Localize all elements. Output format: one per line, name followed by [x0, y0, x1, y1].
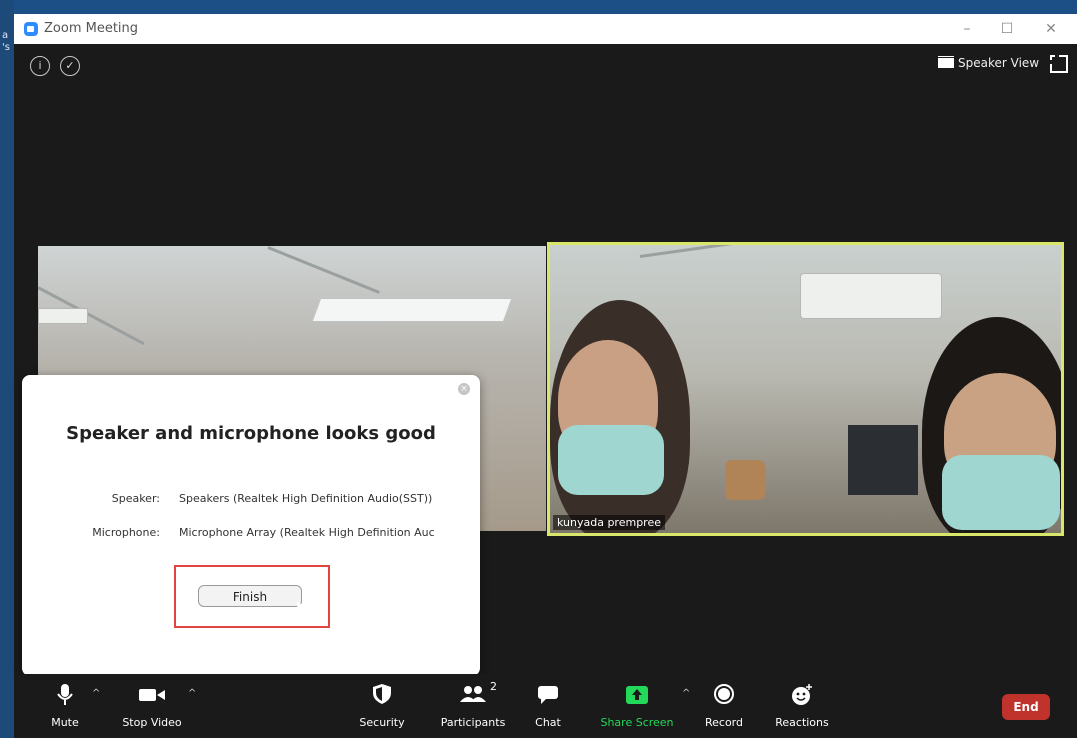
shield-check-icon[interactable]: ✓ — [60, 56, 80, 76]
ceiling-light — [311, 298, 513, 322]
mute-options-chevron-icon[interactable]: ^ — [92, 688, 100, 699]
participants-icon — [460, 686, 486, 702]
fullscreen-icon[interactable] — [1050, 55, 1068, 73]
minimize-button[interactable]: – — [952, 18, 982, 40]
title-bar: Zoom Meeting – ☐ ✕ — [14, 14, 1077, 44]
reactions-label: Reactions — [775, 716, 829, 729]
desktop-edge-text: 's — [2, 42, 10, 53]
close-button[interactable]: ✕ — [1036, 18, 1066, 40]
zoom-logo-icon — [24, 22, 38, 36]
share-screen-arrow-icon — [626, 686, 648, 704]
microphone-value: Microphone Array (Realtek High Definitio… — [179, 526, 435, 539]
face-mask — [558, 425, 664, 495]
video-options-chevron-icon[interactable]: ^ — [188, 688, 196, 699]
background-monitor — [848, 425, 918, 495]
chat-button[interactable]: Chat — [526, 674, 570, 732]
window-title: Zoom Meeting — [44, 21, 139, 36]
stop-video-label: Stop Video — [122, 716, 182, 729]
air-conditioner — [38, 308, 88, 324]
background-bag — [725, 460, 765, 500]
security-label: Security — [359, 716, 405, 729]
chat-bubble-icon — [538, 686, 558, 704]
record-button[interactable]: Record — [702, 674, 746, 732]
speaker-view-button[interactable]: Speaker View — [932, 52, 1046, 74]
participant-name-tag: kunyada prempree — [553, 515, 665, 530]
ceiling-beam — [639, 245, 819, 258]
info-icon[interactable]: i — [30, 56, 50, 76]
video-tile-right[interactable]: kunyada prempree — [547, 242, 1064, 536]
record-icon — [714, 684, 734, 704]
meeting-toolbar: Mute ^ Stop Video ^ Security 2 Participa… — [14, 674, 1077, 738]
speaker-value: Speakers (Realtek High Definition Audio(… — [179, 492, 433, 505]
speaker-view-label: Speaker View — [958, 56, 1040, 70]
reactions-button[interactable]: Reactions — [772, 674, 832, 732]
air-conditioner — [800, 273, 942, 319]
face-mask — [942, 455, 1060, 530]
video-camera-icon — [139, 689, 165, 701]
participants-button[interactable]: 2 Participants — [428, 674, 518, 732]
desktop-edge: a 's — [0, 0, 14, 738]
microphone-label: Microphone: — [92, 526, 160, 539]
dialog-title: Speaker and microphone looks good — [66, 423, 436, 444]
desktop-edge-text: a — [2, 30, 9, 41]
mute-label: Mute — [51, 716, 79, 729]
dialog-close-icon[interactable]: × — [458, 383, 470, 395]
participants-count: 2 — [490, 680, 497, 693]
stop-video-button[interactable]: Stop Video — [112, 674, 192, 732]
microphone-icon — [57, 684, 73, 705]
chat-label: Chat — [535, 716, 561, 729]
finish-button[interactable]: Finish — [198, 585, 302, 607]
speaker-label: Speaker: — [111, 492, 160, 505]
ceiling-beam — [267, 246, 380, 294]
end-meeting-button[interactable]: End — [1002, 694, 1050, 720]
share-screen-button[interactable]: Share Screen — [596, 674, 678, 732]
security-shield-icon — [373, 684, 391, 704]
maximize-button[interactable]: ☐ — [992, 18, 1022, 40]
participants-label: Participants — [440, 716, 506, 729]
speaker-view-icon — [938, 55, 954, 68]
share-options-chevron-icon[interactable]: ^ — [682, 688, 690, 699]
reactions-smiley-icon — [792, 684, 812, 705]
security-button[interactable]: Security — [352, 674, 412, 732]
share-screen-label: Share Screen — [600, 716, 674, 729]
mute-button[interactable]: Mute — [40, 674, 90, 732]
zoom-window: Zoom Meeting – ☐ ✕ i ✓ Speaker View kuny… — [14, 14, 1077, 738]
audio-test-dialog: × Speaker and microphone looks good Spea… — [22, 375, 480, 676]
record-label: Record — [704, 716, 743, 729]
